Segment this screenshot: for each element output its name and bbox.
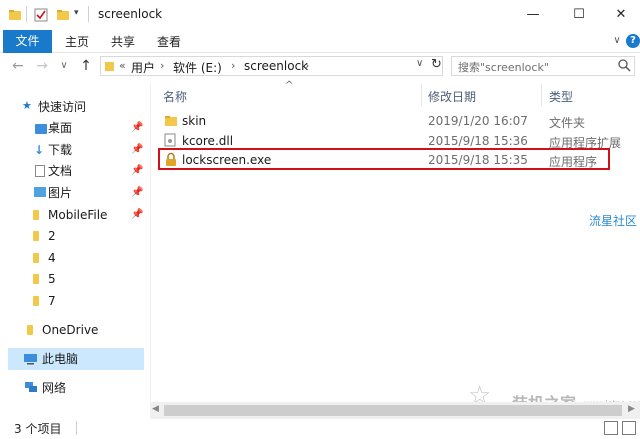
expand-ribbon-button[interactable]: ∨ — [608, 30, 626, 52]
scrollbar-thumb[interactable] — [164, 405, 622, 416]
sidebar-item-desktop[interactable]: 桌面 — [48, 118, 172, 138]
folder-icon — [33, 296, 39, 306]
column-header-date[interactable]: 修改日期 — [428, 88, 476, 105]
breadcrumb-drive-e[interactable]: 软件 (E:) — [173, 59, 222, 76]
chevron-right-icon[interactable]: › — [231, 59, 235, 72]
folder-icon — [104, 59, 116, 76]
ribbon-bar — [0, 30, 640, 53]
annotation-highlight-box — [158, 148, 610, 170]
star-icon: ★ — [22, 99, 32, 112]
watermark-text: 流星社区 — [589, 214, 638, 228]
close-button[interactable]: ✕ — [602, 0, 640, 30]
sidebar-item-folder-5[interactable]: 5 — [48, 269, 172, 289]
maximize-button[interactable]: ☐ — [556, 0, 602, 30]
new-folder-icon[interactable] — [56, 8, 70, 22]
file-name: kcore.dll — [182, 134, 234, 148]
pin-icon[interactable]: 📌 — [131, 122, 143, 133]
sidebar-item-documents[interactable]: 文档 — [48, 161, 172, 181]
folder-icon — [164, 114, 178, 131]
file-name: skin — [182, 114, 207, 128]
this-pc-icon — [23, 353, 39, 368]
onedrive-icon — [27, 325, 33, 335]
sidebar-item-downloads[interactable]: 下载 — [48, 140, 172, 160]
up-button[interactable]: ↑ — [76, 56, 96, 76]
sidebar-item-network[interactable]: 网络 — [42, 378, 166, 398]
column-header-type[interactable]: 类型 — [549, 88, 573, 105]
tab-home[interactable]: 主页 — [65, 33, 89, 50]
folder-icon — [8, 8, 22, 22]
file-type: 文件夹 — [549, 116, 586, 130]
column-header-name[interactable]: 名称 — [163, 88, 187, 105]
column-divider[interactable] — [541, 84, 542, 106]
breadcrumb-screenlock[interactable]: screenlock — [244, 59, 308, 73]
back-button[interactable]: ← — [8, 56, 28, 76]
sort-indicator-icon: ^ — [285, 80, 294, 91]
sidebar-item-onedrive[interactable]: OneDrive — [42, 320, 166, 340]
folder-icon — [33, 274, 39, 284]
scroll-left-icon[interactable]: ◀ — [152, 404, 159, 414]
refresh-button[interactable]: ↻ — [431, 57, 442, 72]
scroll-right-icon[interactable]: ▶ — [628, 404, 635, 414]
tab-file[interactable]: 文件 — [3, 30, 52, 53]
help-button[interactable]: ? — [626, 34, 640, 48]
tab-view[interactable]: 查看 — [157, 33, 181, 50]
minimize-button[interactable]: — — [510, 0, 556, 30]
sidebar-item-quick-access[interactable]: 快速访问 — [38, 98, 86, 115]
address-dropdown-icon[interactable]: ∨ — [416, 58, 423, 69]
sidebar-item-folder-2[interactable]: 2 — [48, 226, 172, 246]
breadcrumb-users[interactable]: 用户 — [131, 59, 155, 76]
search-placeholder: 搜索"screenlock" — [458, 61, 549, 74]
pin-icon[interactable]: 📌 — [131, 209, 143, 220]
download-icon: ↓ — [34, 143, 45, 157]
sidebar-item-mobilefile[interactable]: MobileFile — [48, 205, 172, 225]
divider — [88, 6, 89, 22]
pane-divider — [150, 82, 151, 402]
pin-icon[interactable]: 📌 — [131, 144, 143, 155]
sidebar-item-this-pc[interactable]: 此电脑 — [42, 349, 166, 369]
breadcrumb-overflow[interactable]: « — [119, 59, 126, 72]
quick-access-dropdown-icon[interactable]: ▾ — [74, 8, 79, 18]
tab-share[interactable]: 共享 — [111, 33, 135, 50]
folder-icon — [33, 210, 39, 220]
window-title: screenlock — [98, 7, 163, 21]
divider — [26, 6, 27, 22]
chevron-right-icon[interactable]: › — [160, 59, 164, 72]
documents-icon — [35, 165, 45, 177]
chevron-right-icon[interactable]: › — [305, 59, 309, 72]
properties-icon[interactable] — [34, 8, 48, 22]
sidebar-item-folder-4[interactable]: 4 — [48, 248, 172, 268]
details-view-icon[interactable] — [604, 421, 618, 435]
pin-icon[interactable]: 📌 — [131, 187, 143, 198]
file-date: 2019/1/20 16:07 — [428, 114, 528, 128]
status-item-count: 3 个项目 — [14, 422, 62, 436]
large-icons-view-icon[interactable] — [622, 421, 636, 435]
pin-icon[interactable]: 📌 — [131, 165, 143, 176]
search-icon[interactable] — [617, 58, 631, 75]
folder-icon — [33, 253, 39, 263]
sidebar-item-pictures[interactable]: 图片 — [48, 183, 172, 203]
recent-locations-button[interactable]: ∨ — [54, 56, 74, 76]
network-icon — [24, 381, 38, 396]
forward-button[interactable]: → — [32, 56, 52, 76]
folder-icon — [33, 231, 39, 241]
divider — [76, 421, 77, 435]
pictures-icon — [34, 187, 46, 197]
file-date: 2015/9/18 15:36 — [428, 134, 528, 148]
column-divider[interactable] — [421, 84, 422, 106]
sidebar-item-folder-7[interactable]: 7 — [48, 291, 172, 311]
desktop-icon — [35, 124, 47, 134]
